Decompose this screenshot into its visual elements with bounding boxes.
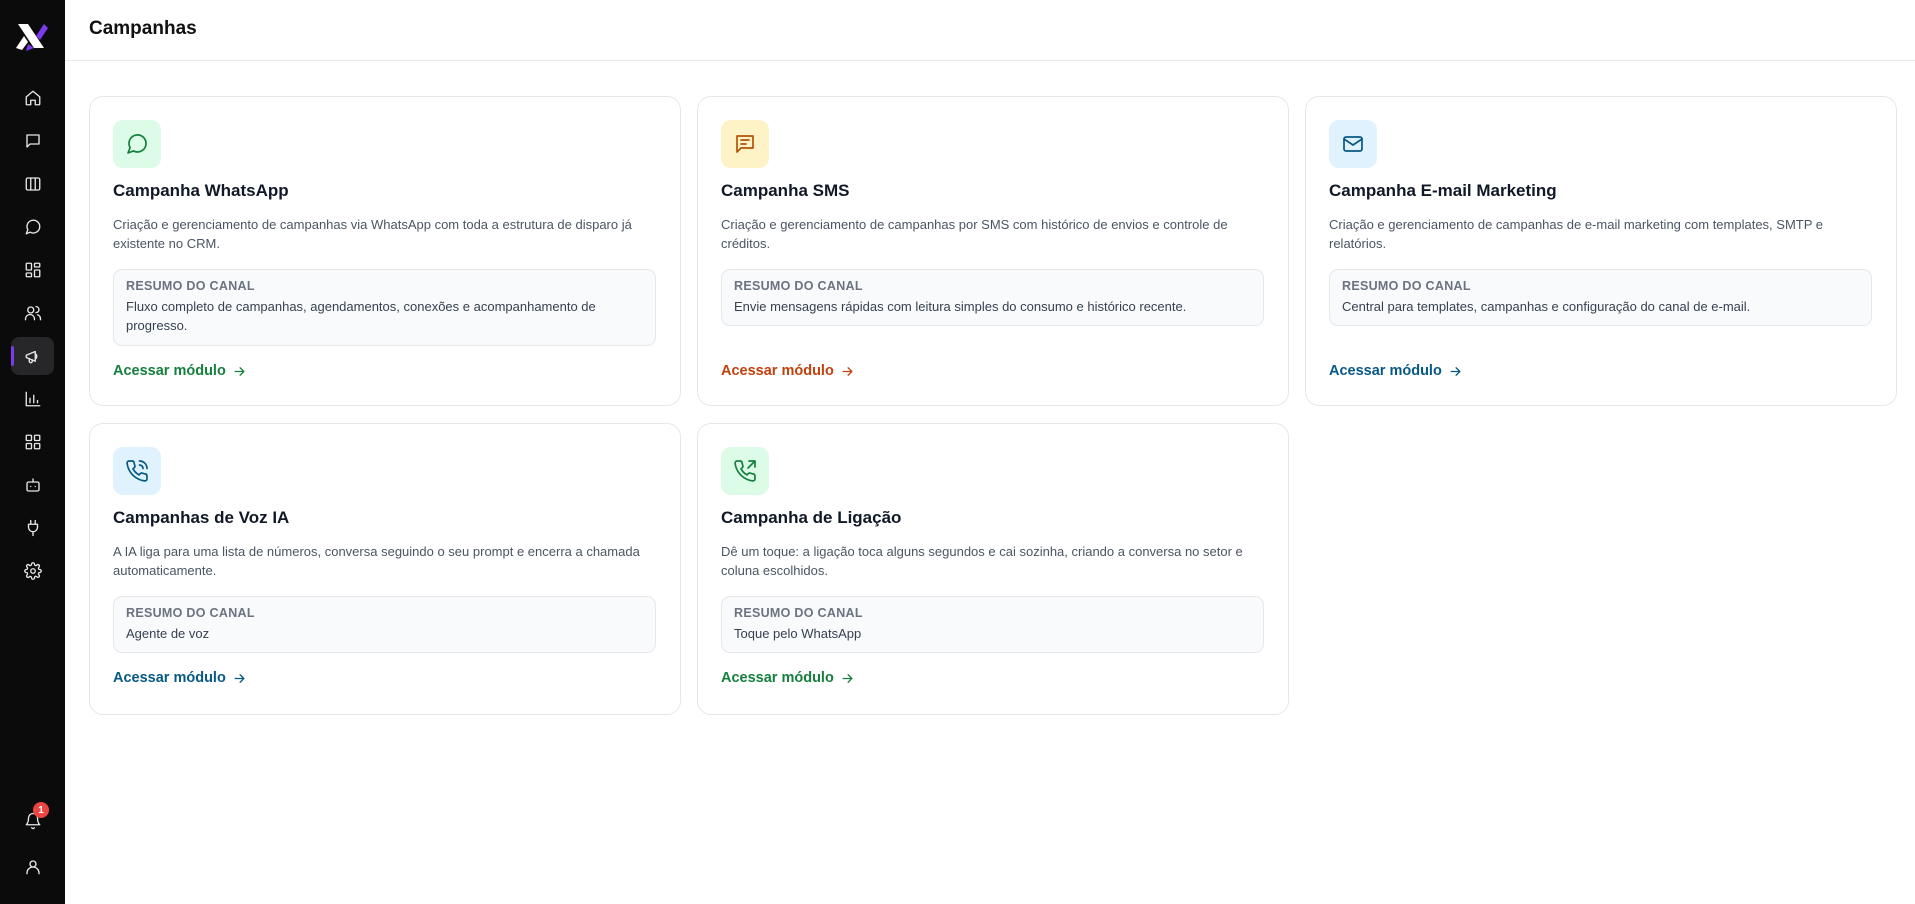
sidebar-item-reports[interactable] [11, 380, 54, 418]
message-circle-icon [127, 134, 147, 154]
summary-label: RESUMO DO CANAL [126, 606, 255, 620]
channel-summary: RESUMO DO CANAL Central para templates, … [1329, 269, 1872, 326]
message-square-icon [25, 134, 40, 148]
kanban-icon [25, 177, 40, 191]
link-label: Acessar módulo [1329, 363, 1442, 379]
page-header: Campanhas [65, 0, 1915, 61]
page-title: Campanhas [89, 18, 197, 39]
sidebar-item-messages[interactable] [11, 122, 54, 160]
campaign-card-call: Campanha de Ligação Dê um toque: a ligaç… [697, 423, 1289, 715]
summary-label: RESUMO DO CANAL [734, 606, 863, 620]
card-title: Campanha E-mail Marketing [1329, 181, 1557, 200]
channel-summary: RESUMO DO CANAL Envie mensagens rápidas … [721, 269, 1264, 326]
channel-summary: RESUMO DO CANAL Toque pelo WhatsApp [721, 596, 1264, 653]
sidebar-item-apps[interactable] [11, 423, 54, 461]
card-icon-container [113, 120, 161, 168]
arrow-right-icon [842, 673, 853, 683]
settings-icon [23, 562, 42, 580]
card-title: Campanha de Ligação [721, 508, 902, 527]
access-module-link[interactable]: Acessar módulo [1329, 363, 1463, 379]
access-module-link[interactable]: Acessar módulo [113, 670, 247, 686]
summary-label: RESUMO DO CANAL [126, 279, 255, 293]
notification-badge: 1 [33, 802, 49, 818]
card-title: Campanhas de Voz IA [113, 508, 290, 527]
message-circle-icon [25, 219, 40, 235]
link-label: Acessar módulo [113, 670, 226, 686]
megaphone-icon [25, 350, 37, 364]
summary-label: RESUMO DO CANAL [1342, 279, 1471, 293]
access-module-link[interactable]: Acessar módulo [113, 363, 247, 379]
access-module-link[interactable]: Acessar módulo [721, 363, 855, 379]
link-label: Acessar módulo [113, 363, 226, 379]
campaign-card-voice-ai: Campanhas de Voz IA A IA liga para uma l… [89, 423, 681, 715]
phone-call-icon [126, 460, 148, 482]
card-title: Campanha WhatsApp [113, 181, 289, 200]
card-description: Criação e gerenciamento de campanhas de … [1329, 217, 1823, 251]
sidebar-item-home[interactable] [11, 79, 54, 117]
card-description: Criação e gerenciamento de campanhas por… [721, 217, 1228, 251]
home-icon [25, 90, 40, 106]
message-text-icon [736, 135, 754, 153]
bot-icon [25, 478, 40, 492]
sidebar-item-chat[interactable] [11, 208, 54, 246]
summary-text: Envie mensagens rápidas com leitura simp… [734, 299, 1187, 314]
sidebar-item-kanban[interactable] [11, 165, 54, 203]
card-icon-container [721, 120, 769, 168]
card-description: Criação e gerenciamento de campanhas via… [113, 217, 632, 251]
dashboard-icon [25, 262, 40, 278]
phone-outgoing-icon [734, 460, 756, 482]
sidebar-item-contacts[interactable] [11, 294, 54, 332]
sidebar-item-bots[interactable] [11, 466, 54, 504]
campaign-card-sms: Campanha SMS Criação e gerenciamento de … [697, 96, 1289, 406]
card-description: Dê um toque: a ligação toca alguns segun… [721, 544, 1243, 578]
access-module-link[interactable]: Acessar módulo [721, 670, 855, 686]
card-icon-container [1329, 120, 1377, 168]
sidebar-item-dashboard[interactable] [11, 251, 54, 289]
profile-button[interactable] [11, 848, 54, 886]
sidebar: 1 [0, 0, 65, 904]
summary-label: RESUMO DO CANAL [734, 279, 863, 293]
campaign-card-email: Campanha E-mail Marketing Criação e gere… [1305, 96, 1897, 406]
users-icon [24, 305, 41, 321]
sidebar-item-integrations[interactable] [11, 509, 54, 547]
card-description: A IA liga para uma lista de números, con… [113, 544, 640, 578]
link-label: Acessar módulo [721, 363, 834, 379]
card-icon-container [113, 447, 161, 495]
link-label: Acessar módulo [721, 670, 834, 686]
summary-text: Central para templates, campanhas e conf… [1342, 299, 1751, 314]
user-icon [25, 860, 40, 875]
brand-logo-icon[interactable] [14, 18, 50, 54]
campaign-card-whatsapp: Campanha WhatsApp Criação e gerenciament… [89, 96, 681, 406]
channel-summary: RESUMO DO CANAL Agente de voz [113, 596, 656, 653]
plug-icon [27, 519, 38, 537]
bar-chart-icon [25, 391, 40, 407]
summary-text: Agente de voz [126, 626, 210, 641]
notifications-button[interactable]: 1 [11, 802, 54, 840]
arrow-right-icon [1450, 366, 1461, 376]
summary-text: Toque pelo WhatsApp [734, 626, 862, 641]
sidebar-item-campaigns[interactable] [11, 337, 54, 375]
card-title: Campanha SMS [721, 181, 850, 200]
mail-icon [1343, 136, 1363, 152]
card-icon-container [721, 447, 769, 495]
arrow-right-icon [234, 366, 245, 376]
channel-summary: RESUMO DO CANAL Fluxo completo de campan… [113, 269, 656, 346]
apps-grid-icon [25, 434, 40, 450]
summary-text: Fluxo completo de campanhas, agendamento… [126, 299, 596, 333]
arrow-right-icon [234, 673, 245, 683]
arrow-right-icon [842, 366, 853, 376]
sidebar-item-settings[interactable] [11, 552, 54, 590]
